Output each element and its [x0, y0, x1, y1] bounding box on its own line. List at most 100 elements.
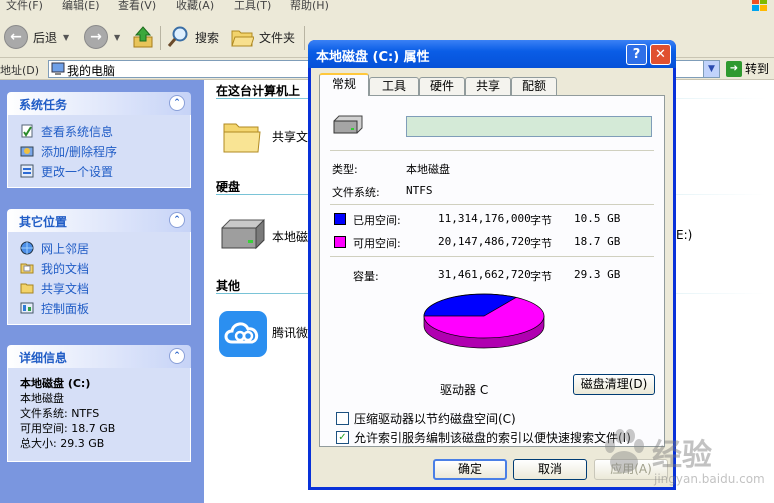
tencent-weiyun-label[interactable]: 腾讯微: [272, 324, 308, 341]
disk-cleanup-button[interactable]: 磁盘清理(D): [573, 374, 655, 395]
system-tasks-title: 系统任务: [19, 98, 68, 112]
filesystem-value: NTFS: [406, 184, 433, 197]
compress-checkbox-box[interactable]: [336, 412, 349, 425]
go-button[interactable]: ➜ 转到: [726, 60, 769, 77]
tencent-weiyun-icon[interactable]: [218, 310, 268, 358]
go-label: 转到: [745, 62, 770, 76]
folders-icon: [231, 30, 254, 47]
watermark-url: jingyan.baidu.com: [654, 472, 765, 486]
tab-general[interactable]: 常规: [319, 73, 369, 96]
task-label: 查看系统信息: [41, 124, 114, 139]
address-label: 地址(D): [0, 64, 40, 77]
my-documents-icon: [20, 263, 34, 274]
folders-label: 文件夹: [259, 30, 296, 45]
collapse-chevron-icon[interactable]: ⌃: [169, 348, 185, 364]
index-checkbox-box[interactable]: ✓: [336, 431, 349, 444]
used-space-swatch: [334, 213, 346, 225]
drive-icon: [333, 115, 363, 134]
capacity-gb: 29.3 GB: [574, 268, 621, 281]
close-button[interactable]: ✕: [650, 44, 671, 65]
shared-documents-folder-icon[interactable]: [222, 118, 262, 156]
watermark-text: 经验: [652, 438, 712, 473]
network-places-icon: [20, 241, 34, 255]
compress-checkbox-label: 压缩驱动器以节约磁盘空间(C): [354, 412, 516, 426]
search-label: 搜索: [195, 30, 220, 45]
tab-tools[interactable]: 工具: [369, 77, 419, 96]
place-control-panel[interactable]: 控制面板: [8, 298, 190, 318]
index-drive-checkbox[interactable]: ✓ 允许索引服务编制该磁盘的索引以便快速搜索文件(I): [336, 429, 631, 446]
local-disk-label[interactable]: 本地磁: [272, 228, 308, 245]
volume-label-input[interactable]: [406, 116, 652, 137]
used-space-bytes: 11,314,176,000: [438, 212, 531, 225]
back-dropdown-icon[interactable]: ▼: [63, 33, 69, 42]
group-title-other: 其他: [216, 279, 241, 293]
details-header[interactable]: 详细信息 ⌃: [7, 345, 191, 368]
shared-documents-label[interactable]: 共享文: [272, 128, 308, 145]
local-disk-e-label[interactable]: E:): [676, 228, 692, 242]
place-my-documents[interactable]: 我的文档: [8, 258, 190, 278]
task-change-setting[interactable]: 更改一个设置: [8, 161, 190, 181]
place-network[interactable]: 网上邻居: [8, 238, 190, 258]
tab-sharing[interactable]: 共享: [465, 77, 511, 96]
capacity-bytes: 31,461,662,720: [438, 268, 531, 281]
free-space-unit: 字节: [530, 237, 552, 250]
help-button[interactable]: ?: [626, 44, 647, 65]
search-button[interactable]: 搜索: [166, 24, 219, 50]
address-value: 我的电脑: [67, 64, 116, 78]
capacity-unit: 字节: [530, 270, 552, 283]
search-icon: [167, 26, 188, 47]
menu-view[interactable]: 查看(V): [118, 0, 156, 13]
group-title-files: 在这台计算机上: [216, 84, 301, 98]
free-space-swatch: [334, 236, 346, 248]
other-places-title: 其它位置: [19, 215, 68, 229]
menu-tools[interactable]: 工具(T): [234, 0, 271, 13]
windows-logo-icon: [752, 0, 768, 12]
address-dropdown-icon[interactable]: ▼: [703, 61, 719, 77]
compress-drive-checkbox[interactable]: 压缩驱动器以节约磁盘空间(C): [336, 410, 516, 427]
cancel-button[interactable]: 取消: [513, 459, 587, 480]
change-setting-icon: [20, 164, 34, 178]
forward-arrow-icon: →: [84, 25, 108, 49]
system-tasks-panel: 系统任务 ⌃ 查看系统信息 添加/删除程序 更改一个设置: [7, 92, 191, 188]
other-places-panel: 其它位置 ⌃ 网上邻居 我的文档 共享文档 控制面板: [7, 209, 191, 325]
details-filesystem: 文件系统: NTFS: [20, 407, 100, 420]
forward-button[interactable]: → ▼: [84, 24, 120, 50]
place-shared-documents[interactable]: 共享文档: [8, 278, 190, 298]
menu-edit[interactable]: 编辑(E): [62, 0, 100, 13]
back-arrow-icon: ←: [4, 25, 28, 49]
tab-quota[interactable]: 配额: [511, 77, 557, 96]
forward-dropdown-icon[interactable]: ▼: [114, 33, 120, 42]
place-label: 共享文档: [41, 281, 90, 296]
baidu-paw-logo-icon: [605, 429, 644, 473]
menu-help[interactable]: 帮助(H): [290, 0, 329, 13]
details-title: 详细信息: [19, 351, 68, 365]
disk-usage-pie-chart: [423, 293, 545, 349]
tab-hardware[interactable]: 硬件: [419, 77, 465, 96]
free-space-gb: 18.7 GB: [574, 235, 621, 248]
dialog-title-bar[interactable]: 本地磁盘 (C:) 属性 ? ✕: [308, 40, 676, 68]
baidu-jingyan-watermark: 经验 jingyan.baidu.com: [590, 418, 770, 498]
divider: [330, 256, 654, 257]
collapse-chevron-icon[interactable]: ⌃: [169, 95, 185, 111]
divider: [330, 204, 654, 205]
filesystem-label: 文件系统:: [332, 186, 380, 199]
details-total-size: 总大小: 29.3 GB: [20, 437, 105, 450]
folders-button[interactable]: 文件夹: [230, 24, 295, 50]
menu-file[interactable]: 文件(F): [6, 0, 43, 13]
other-places-header[interactable]: 其它位置 ⌃: [7, 209, 191, 232]
back-button[interactable]: ← 后退 ▼: [4, 24, 69, 50]
system-tasks-header[interactable]: 系统任务 ⌃: [7, 92, 191, 115]
up-folder-button[interactable]: [132, 24, 154, 50]
dialog-title: 本地磁盘 (C:) 属性: [316, 50, 430, 65]
collapse-chevron-icon[interactable]: ⌃: [169, 212, 185, 228]
local-disk-icon[interactable]: [218, 218, 268, 252]
place-label: 网上邻居: [41, 241, 90, 256]
control-panel-icon: [20, 302, 34, 314]
menu-favorites[interactable]: 收藏(A): [176, 0, 214, 13]
type-value: 本地磁盘: [406, 163, 450, 176]
place-label: 控制面板: [41, 301, 90, 316]
task-label: 添加/删除程序: [41, 144, 118, 159]
ok-button[interactable]: 确定: [433, 459, 507, 480]
task-add-remove-programs[interactable]: 添加/删除程序: [8, 141, 190, 161]
task-view-system-info[interactable]: 查看系统信息: [8, 121, 190, 141]
